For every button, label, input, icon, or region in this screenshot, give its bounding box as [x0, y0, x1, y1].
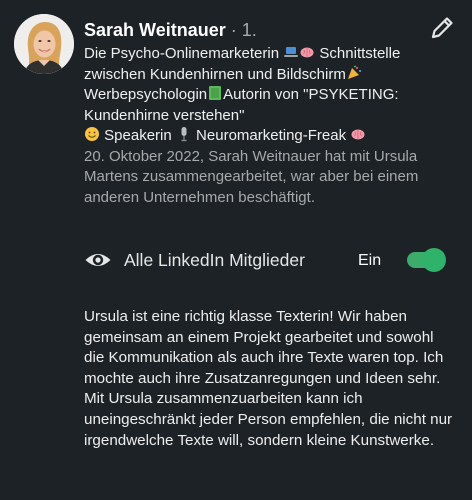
recommendation-header: Sarah Weitnauer · 1. Die Psycho-Onlinema… — [84, 18, 424, 208]
party-emoji-icon — [347, 65, 361, 79]
brain-emoji-icon — [300, 47, 314, 58]
name-row: Sarah Weitnauer · 1. — [84, 18, 424, 42]
eye-icon — [85, 254, 111, 266]
microphone-emoji-icon — [181, 127, 187, 142]
laptop-emoji-icon — [284, 47, 299, 57]
recommendation-text: Ursula ist eine richtig klasse Texterin!… — [84, 308, 453, 449]
toggle-knob — [422, 248, 446, 272]
toggle-state-label: Ein — [358, 252, 382, 269]
visibility-toggle[interactable] — [404, 248, 446, 272]
visibility-label: Alle LinkedIn Mitglieder — [124, 250, 305, 270]
headline-text-6: Neuromarketing-Freak — [191, 127, 351, 144]
recommendation-card: Sarah Weitnauer · 1. Die Psycho-Onlinema… — [0, 0, 472, 500]
avatar[interactable] — [14, 14, 74, 74]
edit-button[interactable] — [428, 14, 456, 42]
brain-emoji-icon-2 — [351, 129, 365, 140]
headline-text-3: Werbepsychologin — [84, 86, 208, 103]
connection-degree: · 1. — [225, 20, 257, 40]
profile-photo-icon — [14, 14, 74, 74]
author-name[interactable]: Sarah Weitnauer — [84, 20, 226, 40]
visibility-row: Alle LinkedIn Mitglieder Ein — [84, 243, 456, 277]
relationship-meta: 20. Oktober 2022, Sarah Weitnauer hat mi… — [84, 147, 419, 206]
author-headline: Die Psycho-Onlinemarketerin Schnittstell… — [84, 44, 424, 147]
smiling-emoji-icon — [85, 127, 99, 141]
headline-text-1: Die Psycho-Onlinemarketerin — [84, 45, 284, 62]
green-book-emoji-icon — [209, 86, 222, 100]
pencil-icon — [431, 17, 453, 39]
headline-text-5: Speakerin — [100, 127, 176, 144]
